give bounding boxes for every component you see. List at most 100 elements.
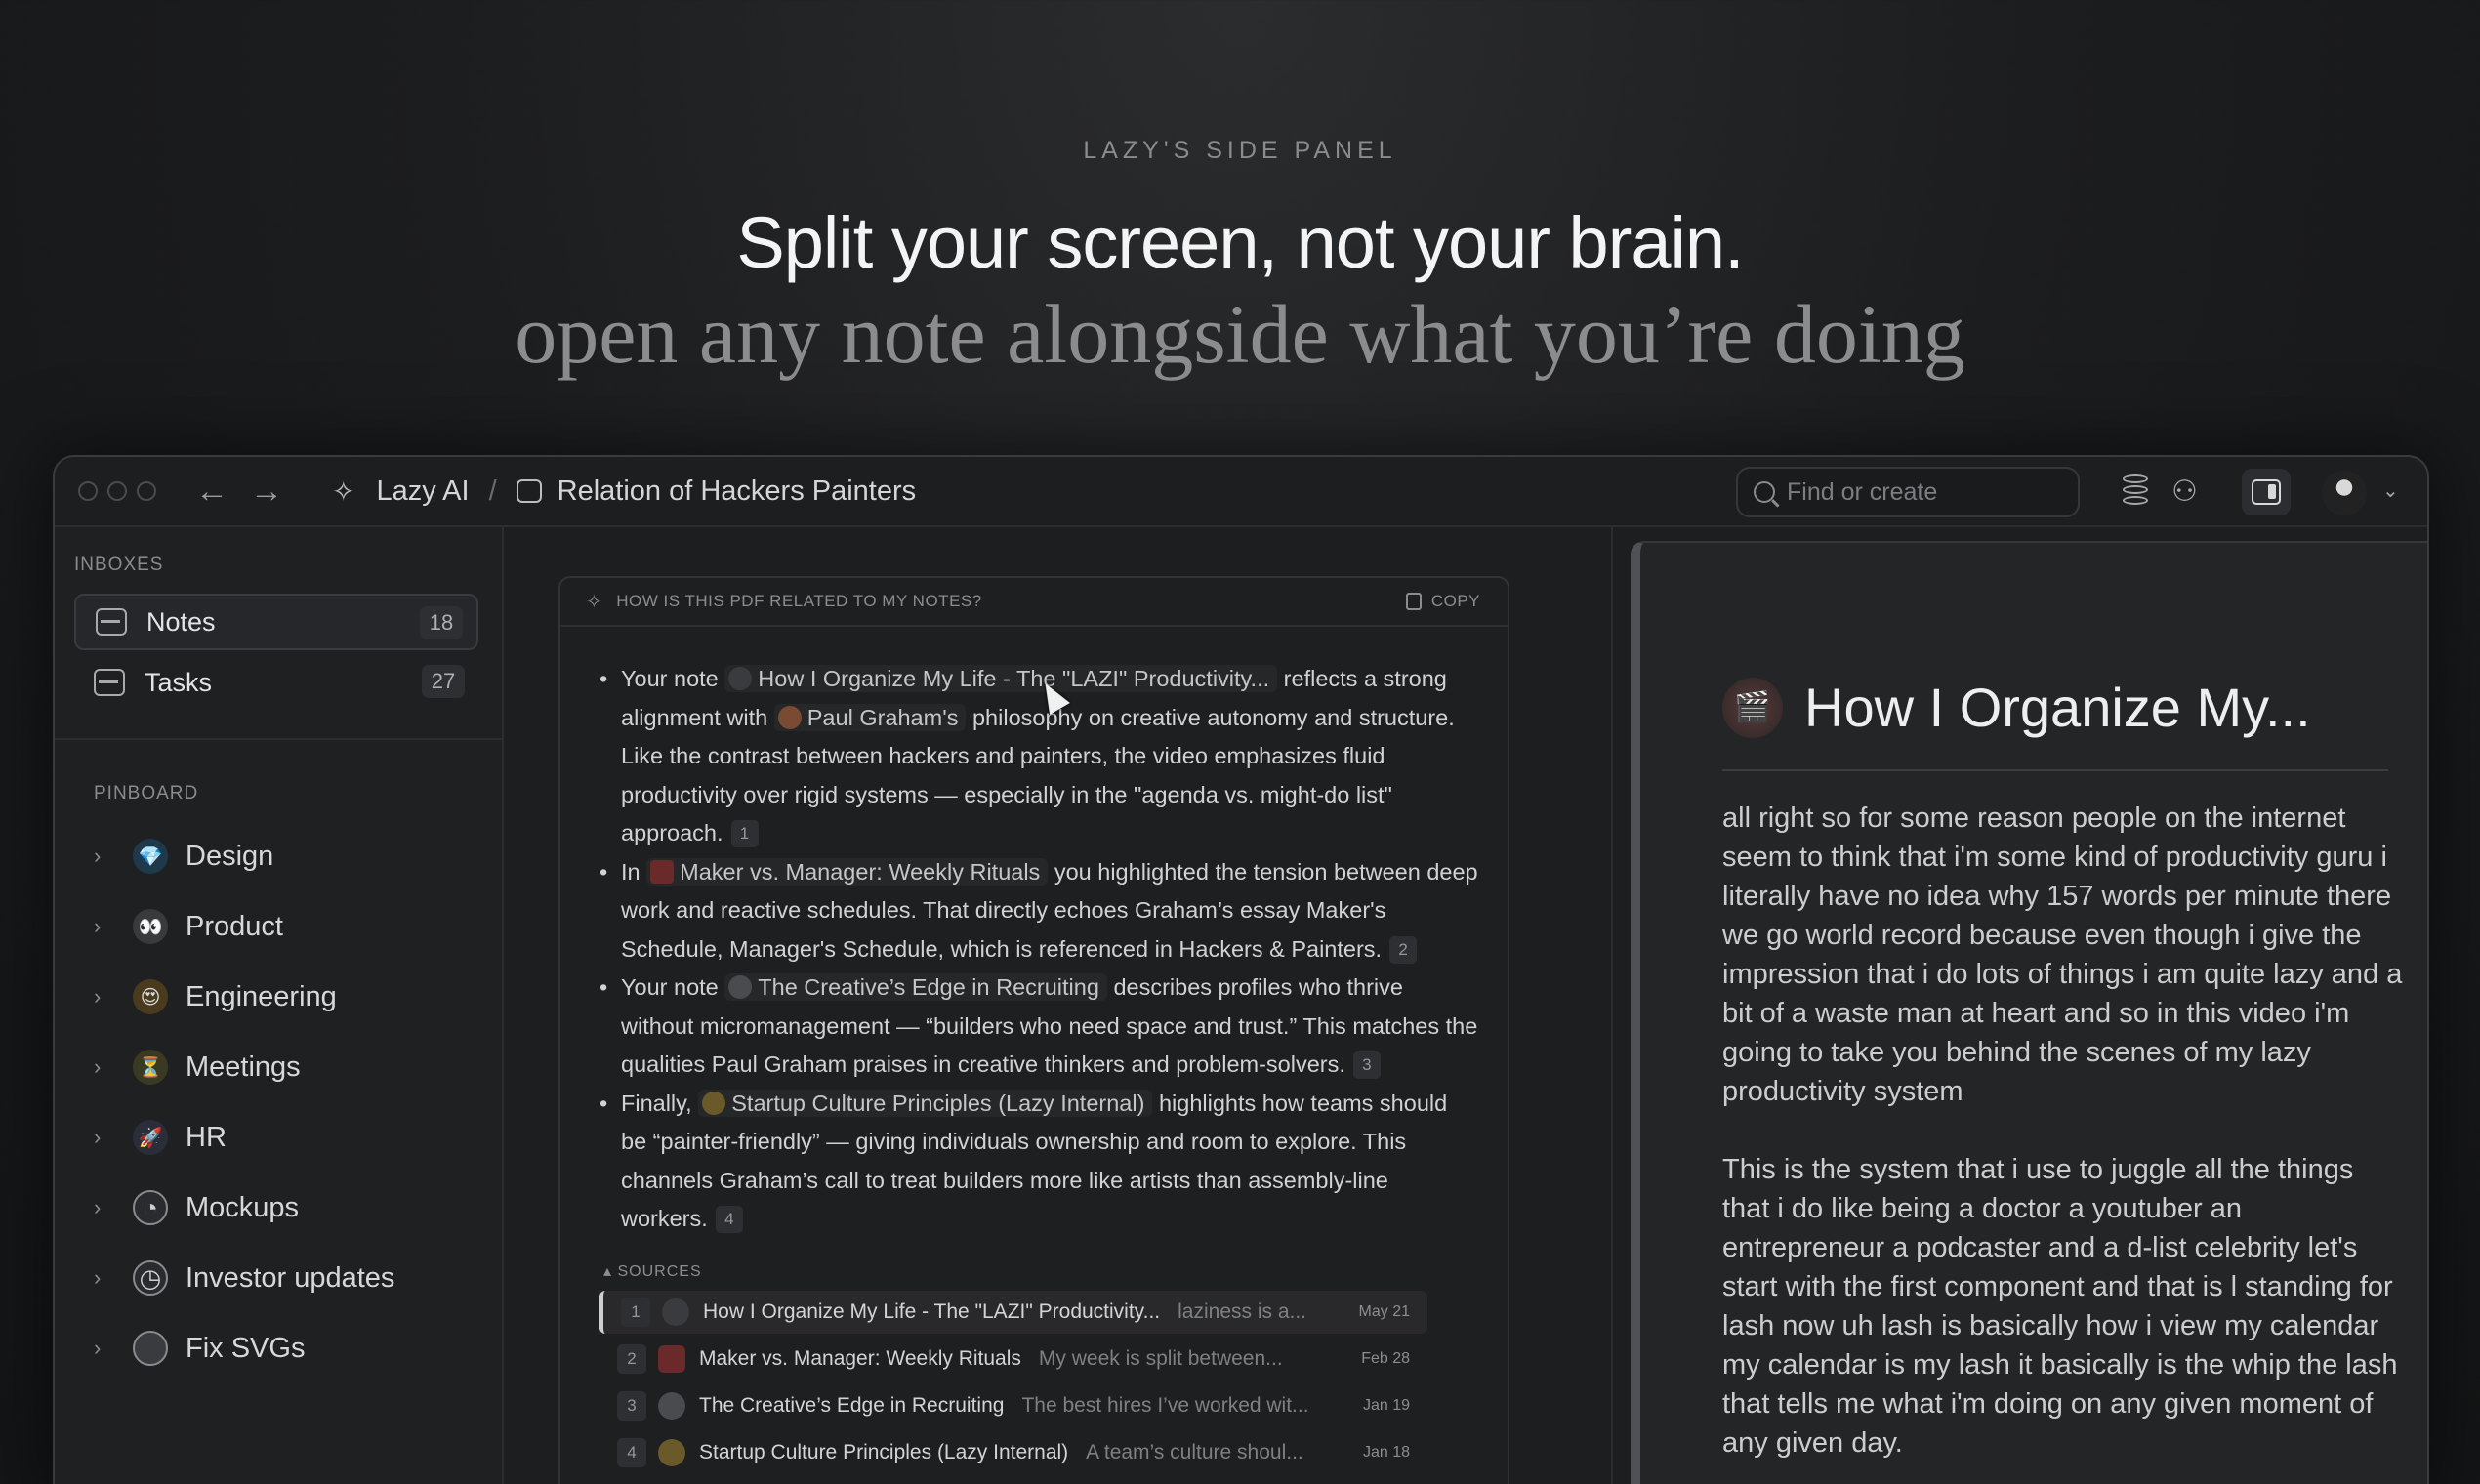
note-link-chip[interactable]: How I Organize My Life - The "LAZI" Prod… [724, 665, 1278, 692]
pinboard-item-mockups[interactable]: › ◔ Mockups [94, 1181, 484, 1234]
circle-icon [133, 1331, 168, 1366]
hero-eyebrow: LAZY'S SIDE PANEL [1083, 137, 1397, 164]
magnifier-icon [658, 1392, 685, 1420]
source-row[interactable]: 4 Startup Culture Principles (Lazy Inter… [599, 1431, 1427, 1474]
note-link-label: Maker vs. Manager: Weekly Rituals [680, 858, 1041, 885]
chat-icon [516, 479, 542, 503]
source-row[interactable]: 2 Maker vs. Manager: Weekly Rituals My w… [599, 1338, 1427, 1381]
diamond-icon: 💎 [133, 839, 168, 874]
hero-subline: open any note alongside what you’re doin… [515, 287, 1965, 381]
notes-count-badge: 18 [420, 606, 463, 639]
search-input[interactable]: Find or create [1736, 467, 2080, 517]
pinboard-item-investor-updates[interactable]: › ◷ Investor updates [94, 1252, 484, 1304]
eyes-icon: 👀 [133, 909, 168, 944]
source-snippet: A team’s culture shoul... [1086, 1441, 1303, 1463]
note-divider [1722, 769, 2388, 771]
answer-bullet: In Maker vs. Manager: Weekly Rituals you… [599, 853, 1478, 969]
source-number: 2 [617, 1344, 646, 1374]
copy-label: COPY [1430, 592, 1480, 610]
sidebar-item-notes[interactable]: Notes 18 [74, 594, 478, 650]
citation-badge[interactable]: 4 [715, 1206, 743, 1233]
breadcrumb-doc[interactable]: Relation of Hackers Painters [558, 475, 917, 508]
note-link-chip[interactable]: Maker vs. Manager: Weekly Rituals [646, 857, 1049, 886]
breadcrumb-root[interactable]: Lazy AI [376, 475, 469, 508]
chevron-right-icon[interactable]: › [94, 1195, 123, 1220]
answer-bullet: Your note The Creative’s Edge in Recruit… [599, 969, 1478, 1085]
pinboard-item-label: Design [186, 840, 274, 872]
database-icon[interactable] [2119, 474, 2152, 510]
sources-toggle[interactable]: ▴ SOURCES [603, 1261, 702, 1281]
chevron-right-icon[interactable]: › [94, 1054, 123, 1080]
citation-badge[interactable]: 3 [1352, 1051, 1381, 1079]
chevron-right-icon[interactable]: › [94, 1125, 123, 1150]
answer-bullet: Finally, Startup Culture Principles (Laz… [599, 1085, 1478, 1239]
user-avatar[interactable] [2322, 471, 2367, 515]
note-body[interactable]: all right so for some reason people on t… [1722, 799, 2406, 1463]
search-placeholder: Find or create [1787, 477, 1938, 506]
source-date: May 21 [1358, 1303, 1410, 1320]
source-date: Jan 19 [1362, 1397, 1410, 1414]
citation-badge[interactable]: 2 [1389, 935, 1418, 964]
torii-icon [658, 1439, 685, 1466]
sidebar-item-tasks[interactable]: Tasks 27 [74, 654, 478, 711]
source-snippet: My week is split between... [1038, 1347, 1283, 1370]
person-avatar-icon [777, 705, 802, 729]
source-date: Feb 28 [1361, 1350, 1410, 1367]
source-title: Startup Culture Principles (Lazy Interna… [699, 1441, 1069, 1463]
ai-question-header: ✧ HOW IS THIS PDF RELATED TO MY NOTES? C… [560, 578, 1508, 627]
pinboard-item-label: Product [186, 910, 283, 942]
citation-badge[interactable]: 1 [730, 820, 759, 847]
pinboard-item-engineering[interactable]: › 😍 Engineering [94, 970, 484, 1023]
pinboard-item-design[interactable]: › 💎 Design [94, 830, 484, 883]
rocket-icon: 🚀 [133, 1120, 168, 1155]
copy-icon [1405, 593, 1422, 610]
person-link-chip[interactable]: Paul Graham's [773, 703, 967, 731]
pie-icon: ◔ [133, 1190, 168, 1225]
close-window-button[interactable] [78, 481, 98, 501]
side-panel-toggle-button[interactable] [2242, 469, 2291, 515]
bullet-text: Your note [621, 974, 719, 1000]
copy-button[interactable]: COPY [1405, 592, 1480, 611]
chevron-right-icon[interactable]: › [94, 1265, 123, 1291]
note-link-label: How I Organize My Life - The "LAZI" Prod… [758, 666, 1270, 691]
source-row[interactable]: 3 The Creative’s Edge in Recruiting The … [599, 1384, 1427, 1427]
pinboard-item-label: Fix SVGs [186, 1332, 306, 1364]
pinboard-item-label: Mockups [186, 1191, 300, 1223]
chevron-down-icon[interactable]: ⌄ [2382, 478, 2399, 503]
maximize-window-button[interactable] [137, 481, 156, 501]
chevron-right-icon[interactable]: › [94, 914, 123, 939]
inbox-tray-icon [96, 608, 127, 636]
note-title[interactable]: How I Organize My... [1804, 676, 2311, 739]
note-header: 🎬 How I Organize My... [1722, 676, 2311, 739]
app-window: ← → ✧ Lazy AI / Relation of Hackers Pain… [53, 455, 2429, 1484]
inboxes-label: INBOXES [74, 555, 164, 575]
sources-label: SOURCES [617, 1263, 702, 1280]
source-snippet: The best hires I’ve worked wit... [1021, 1394, 1309, 1417]
ai-question: HOW IS THIS PDF RELATED TO MY NOTES? [616, 592, 982, 610]
note-link-label: The Creative’s Edge in Recruiting [758, 974, 1099, 1000]
forward-arrow-icon[interactable]: → [250, 473, 283, 511]
clapper-icon [662, 1298, 689, 1326]
pinboard-item-label: Engineering [186, 980, 337, 1012]
side-panel-icon [2252, 479, 2281, 505]
source-title: Maker vs. Manager: Weekly Rituals [699, 1347, 1021, 1370]
minimize-window-button[interactable] [107, 481, 127, 501]
source-snippet: laziness is a... [1178, 1300, 1307, 1323]
side-note-panel: 🎬 How I Organize My... all right so for … [1631, 541, 2427, 1484]
pinboard-item-hr[interactable]: › 🚀 HR [94, 1111, 484, 1164]
note-link-chip[interactable]: The Creative’s Edge in Recruiting [724, 973, 1107, 1001]
chevron-right-icon[interactable]: › [94, 1336, 123, 1361]
pinboard-item-label: Meetings [186, 1051, 301, 1083]
pinboard-item-product[interactable]: › 👀 Product [94, 900, 484, 953]
clapper-icon [728, 667, 753, 690]
bullet-text: Your note [621, 666, 719, 691]
back-arrow-icon[interactable]: ← [195, 473, 228, 511]
pinboard-item-meetings[interactable]: › ⏳ Meetings [94, 1041, 484, 1093]
source-row[interactable]: 1 How I Organize My Life - The "LAZI" Pr… [599, 1291, 1427, 1334]
sidebar-item-label: Notes [146, 606, 216, 637]
note-link-chip[interactable]: Startup Culture Principles (Lazy Interna… [698, 1089, 1153, 1117]
chevron-right-icon[interactable]: › [94, 844, 123, 869]
pinboard-item-fix-svgs[interactable]: › Fix SVGs [94, 1322, 484, 1375]
people-icon[interactable]: ⚇ [2171, 474, 2205, 510]
chevron-right-icon[interactable]: › [94, 984, 123, 1010]
